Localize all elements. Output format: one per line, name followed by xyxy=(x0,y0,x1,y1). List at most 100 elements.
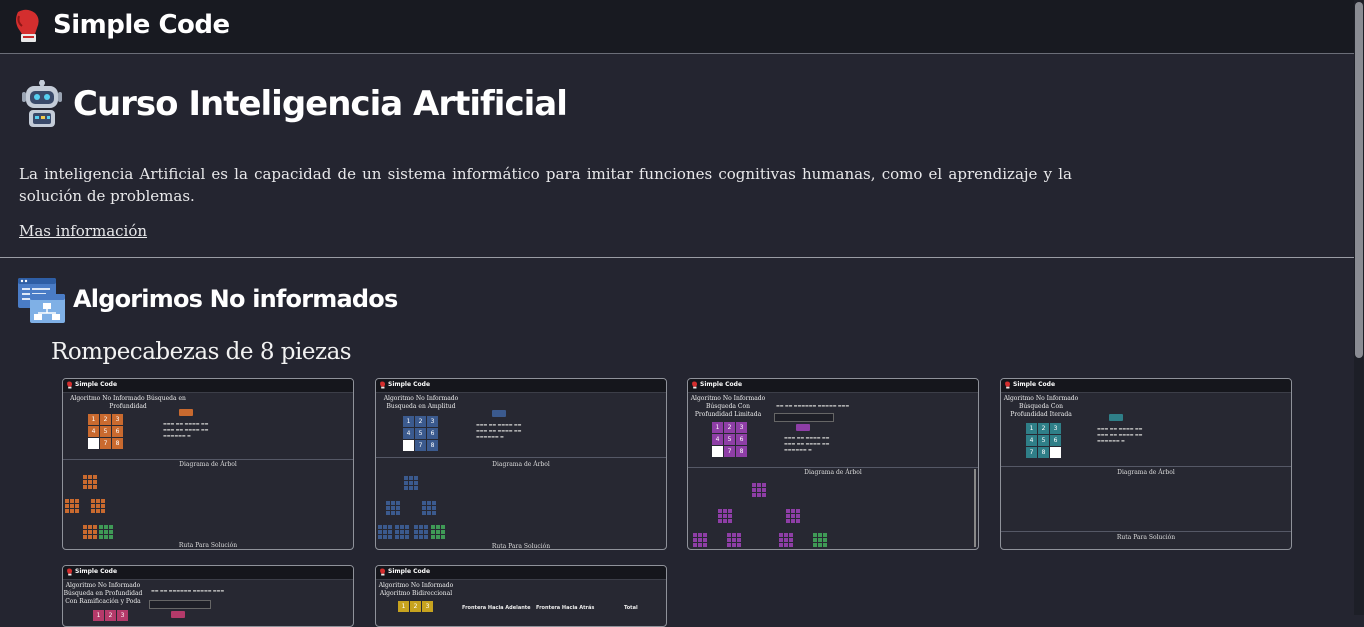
solve-button[interactable] xyxy=(179,409,193,416)
boxing-glove-icon xyxy=(380,568,386,576)
boxing-glove-icon xyxy=(692,381,698,389)
puzzle-tile: 4 xyxy=(712,434,723,445)
algorithm-card-bfs[interactable]: Simple Code Algoritmo No Informado Busqu… xyxy=(375,378,667,550)
algorithm-card-depth-limited[interactable]: Simple Code Algoritmo No Informado Búsqu… xyxy=(687,378,979,550)
tree-node xyxy=(395,525,409,539)
card-stats: ▬▬▬ ▬▬ ▬▬▬▬ ▬▬ ▬▬▬ ▬▬ ▬▬▬▬ ▬▬ ▬▬▬▬▬▬ ▬ xyxy=(784,435,830,452)
puzzle-tile: 2 xyxy=(100,414,111,425)
subsection-title: Rompecabezas de 8 piezas xyxy=(51,339,352,365)
puzzle-tile: 1 xyxy=(398,601,409,612)
tree-node-goal xyxy=(813,533,827,547)
card-brand: Simple Code xyxy=(1013,381,1056,388)
tree-node xyxy=(779,533,793,547)
puzzle-tile: 5 xyxy=(415,428,426,439)
tree-diagram-caption: Diagrama de Árbol xyxy=(1117,469,1175,476)
puzzle-board: 1 2 3 4 5 6 7 8 xyxy=(87,413,124,450)
card-brand: Simple Code xyxy=(75,381,118,388)
tree-node xyxy=(404,476,418,490)
algorithm-card-branch-bound[interactable]: Simple Code Algoritmo No Informado Búsqu… xyxy=(62,565,354,627)
tree-node xyxy=(65,499,79,513)
puzzle-tile: 1 xyxy=(712,422,723,433)
tree-node xyxy=(718,509,732,523)
card-stats: ▬▬▬ ▬▬ ▬▬▬▬ ▬▬ ▬▬▬ ▬▬ ▬▬▬▬ ▬▬ ▬▬▬▬▬▬ ▬ xyxy=(1097,426,1143,443)
depth-input[interactable] xyxy=(774,413,834,422)
algorithm-card-iterative-deepening[interactable]: Simple Code Algoritmo No Informado Búsqu… xyxy=(1000,378,1292,550)
puzzle-tile: 2 xyxy=(105,610,116,621)
card-title: Algoritmo No Informado Búsqueda en Profu… xyxy=(63,582,143,605)
course-description: La inteligencia Artificial es la capacid… xyxy=(19,165,1072,205)
puzzle-tile: 4 xyxy=(1026,435,1037,446)
puzzle-tile-empty xyxy=(1050,447,1061,458)
algorithm-card-bidirectional[interactable]: Simple Code Algoritmo No Informado Algor… xyxy=(375,565,667,627)
robot-icon xyxy=(22,80,62,127)
card-scrollbar[interactable] xyxy=(974,469,976,547)
algorithm-card-dfs[interactable]: Simple Code Algoritmo No Informado Búsqu… xyxy=(62,378,354,550)
puzzle-tile: 6 xyxy=(736,434,747,445)
card-header: Simple Code xyxy=(688,379,978,393)
tree-node xyxy=(83,475,97,489)
boxing-glove-icon[interactable] xyxy=(11,8,43,44)
card-header: Simple Code xyxy=(376,379,666,393)
tree-node-goal xyxy=(99,525,113,539)
depth-input[interactable] xyxy=(149,600,211,609)
puzzle-tile-empty xyxy=(403,440,414,451)
tree-node xyxy=(422,501,436,515)
puzzle-tile: 2 xyxy=(415,416,426,427)
card-header: Simple Code xyxy=(63,566,353,580)
puzzle-tile: 3 xyxy=(422,601,433,612)
puzzle-tile: 2 xyxy=(1038,423,1049,434)
puzzle-tile: 7 xyxy=(415,440,426,451)
tree-node xyxy=(752,483,766,497)
puzzle-tile: 6 xyxy=(112,426,123,437)
puzzle-tile: 7 xyxy=(100,438,111,449)
card-brand: Simple Code xyxy=(388,568,431,575)
card-stats: ▬▬▬ ▬▬ ▬▬▬▬ ▬▬ ▬▬▬ ▬▬ ▬▬▬▬ ▬▬ ▬▬▬▬▬▬ ▬ xyxy=(476,422,522,439)
puzzle-tile: 1 xyxy=(88,414,99,425)
card-stats: ▬▬▬ ▬▬ ▬▬▬▬ ▬▬ ▬▬▬ ▬▬ ▬▬▬▬ ▬▬ ▬▬▬▬▬▬ ▬ xyxy=(163,421,209,438)
puzzle-tile: 4 xyxy=(403,428,414,439)
solve-button[interactable] xyxy=(1109,414,1123,421)
puzzle-tile: 2 xyxy=(724,422,735,433)
tree-node xyxy=(414,525,428,539)
puzzle-tile: 8 xyxy=(736,446,747,457)
card-title: Algoritmo No Informado Búsqueda Con Prof… xyxy=(1003,395,1079,418)
card-title: Algoritmo No Informado Búsqueda Con Prof… xyxy=(690,395,766,418)
card-header: Simple Code xyxy=(63,379,353,393)
section-title: Algorimos No informados xyxy=(73,285,398,313)
tree-diagram-caption: Diagrama de Árbol xyxy=(492,461,550,468)
tree-node xyxy=(727,533,741,547)
brand-name[interactable]: Simple Code xyxy=(53,10,230,40)
scrollbar[interactable] xyxy=(1354,0,1364,615)
more-info-link[interactable]: Mas información xyxy=(19,222,147,240)
boxing-glove-icon xyxy=(67,568,73,576)
card-separator xyxy=(688,467,978,468)
course-title: Curso Inteligencia Artificial xyxy=(73,84,568,124)
puzzle-tile: 3 xyxy=(1050,423,1061,434)
boxing-glove-icon xyxy=(1005,381,1011,389)
total-header: Total xyxy=(624,605,638,611)
puzzle-tile: 4 xyxy=(88,426,99,437)
boxing-glove-icon xyxy=(380,381,386,389)
card-header: Simple Code xyxy=(1001,379,1291,393)
puzzle-tile: 3 xyxy=(112,414,123,425)
card-brand: Simple Code xyxy=(388,381,431,388)
puzzle-tile-empty xyxy=(88,438,99,449)
puzzle-tile: 1 xyxy=(403,416,414,427)
solution-path-caption: Ruta Para Solución xyxy=(1116,534,1176,541)
puzzle-board: 1 2 3 xyxy=(93,610,128,621)
solve-button[interactable] xyxy=(492,410,506,417)
tree-node xyxy=(786,509,800,523)
solve-button[interactable] xyxy=(796,424,810,431)
puzzle-tile: 6 xyxy=(427,428,438,439)
puzzle-tile: 8 xyxy=(427,440,438,451)
card-separator xyxy=(63,459,353,460)
puzzle-tile: 6 xyxy=(1050,435,1061,446)
scrollbar-thumb[interactable] xyxy=(1355,2,1363,358)
backward-frontier-header: Frontera Hacia Atrás xyxy=(536,605,595,611)
puzzle-tile-empty xyxy=(712,446,723,457)
card-separator xyxy=(1001,531,1291,532)
tree-node xyxy=(386,501,400,515)
puzzle-tile: 8 xyxy=(112,438,123,449)
card-brand: Simple Code xyxy=(75,568,118,575)
puzzle-tile: 1 xyxy=(93,610,104,621)
